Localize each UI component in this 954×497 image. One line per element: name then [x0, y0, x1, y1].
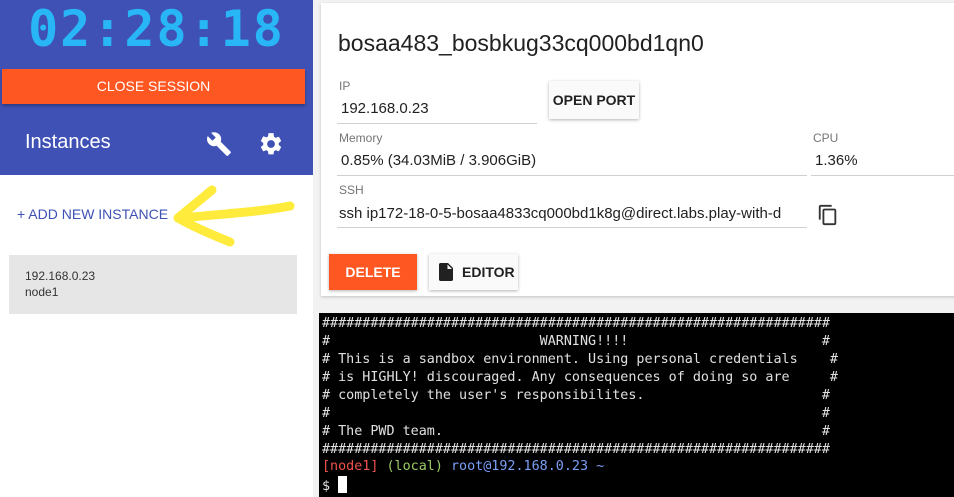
copy-icon[interactable]	[817, 203, 839, 227]
prompt-symbol: $	[322, 479, 331, 494]
ip-underline	[337, 123, 537, 124]
open-port-button[interactable]: OPEN PORT	[549, 81, 639, 119]
cpu-underline	[811, 175, 954, 176]
instance-list-item[interactable]: 192.168.0.23 node1	[9, 255, 297, 314]
delete-button[interactable]: DELETE	[329, 254, 417, 290]
instance-details-card: bosaa483_bosbkug33cq000bd1qn0 IP 192.168…	[321, 3, 954, 296]
memory-label: Memory	[339, 131, 383, 145]
prompt-user: root@192.168.0.23 ~	[451, 459, 605, 474]
terminal-prompt: [node1] (local) root@192.168.0.23 ~	[322, 458, 604, 476]
terminal-line: # This is a sandbox environment. Using p…	[322, 352, 838, 367]
terminal-line: # The PWD team. #	[322, 424, 830, 439]
terminal-line: # WARNING!!!! #	[322, 334, 830, 349]
memory-underline	[337, 175, 807, 176]
sidebar: 02:28:18 CLOSE SESSION Instances + ADD N…	[0, 0, 313, 497]
terminal[interactable]: ########################################…	[319, 313, 954, 497]
instance-name: node1	[25, 285, 59, 299]
sidebar-header: 02:28:18 CLOSE SESSION Instances	[0, 0, 313, 175]
session-timer: 02:28:18	[28, 0, 285, 58]
instance-title: bosaa483_bosbkug33cq000bd1qn0	[338, 30, 704, 56]
ip-label: IP	[339, 79, 351, 93]
terminal-input-line[interactable]: $	[322, 476, 348, 496]
terminal-cursor	[338, 476, 348, 493]
cpu-value: 1.36%	[815, 152, 858, 169]
editor-button[interactable]: EDITOR	[429, 254, 518, 290]
ssh-value[interactable]: ssh ip172-18-0-5-bosaa4833cq000bd1k8g@di…	[339, 205, 807, 222]
terminal-line: ########################################…	[322, 316, 830, 331]
file-icon	[439, 263, 453, 281]
add-new-instance-link[interactable]: + ADD NEW INSTANCE	[17, 206, 168, 222]
editor-label: EDITOR	[462, 264, 515, 280]
terminal-line: # completely the user's responsibilites.…	[322, 388, 830, 403]
terminal-line: ########################################…	[322, 442, 830, 457]
cpu-label: CPU	[813, 131, 839, 145]
close-session-button[interactable]: CLOSE SESSION	[2, 69, 305, 104]
gear-icon[interactable]	[258, 131, 284, 157]
wrench-icon[interactable]	[206, 131, 232, 157]
terminal-line: # is HIGHLY! discouraged. Any consequenc…	[322, 370, 838, 385]
terminal-line: # #	[322, 406, 830, 421]
ssh-underline	[337, 227, 807, 228]
memory-value: 0.85% (34.03MiB / 3.906GiB)	[341, 152, 537, 169]
prompt-host: [node1]	[322, 459, 379, 474]
arrow-annotation	[173, 185, 295, 247]
ip-value[interactable]: 192.168.0.23	[341, 100, 429, 117]
instances-title: Instances	[25, 131, 111, 153]
instance-ip: 192.168.0.23	[25, 269, 96, 283]
ssh-label: SSH	[339, 183, 364, 197]
prompt-context: (local)	[386, 459, 443, 474]
